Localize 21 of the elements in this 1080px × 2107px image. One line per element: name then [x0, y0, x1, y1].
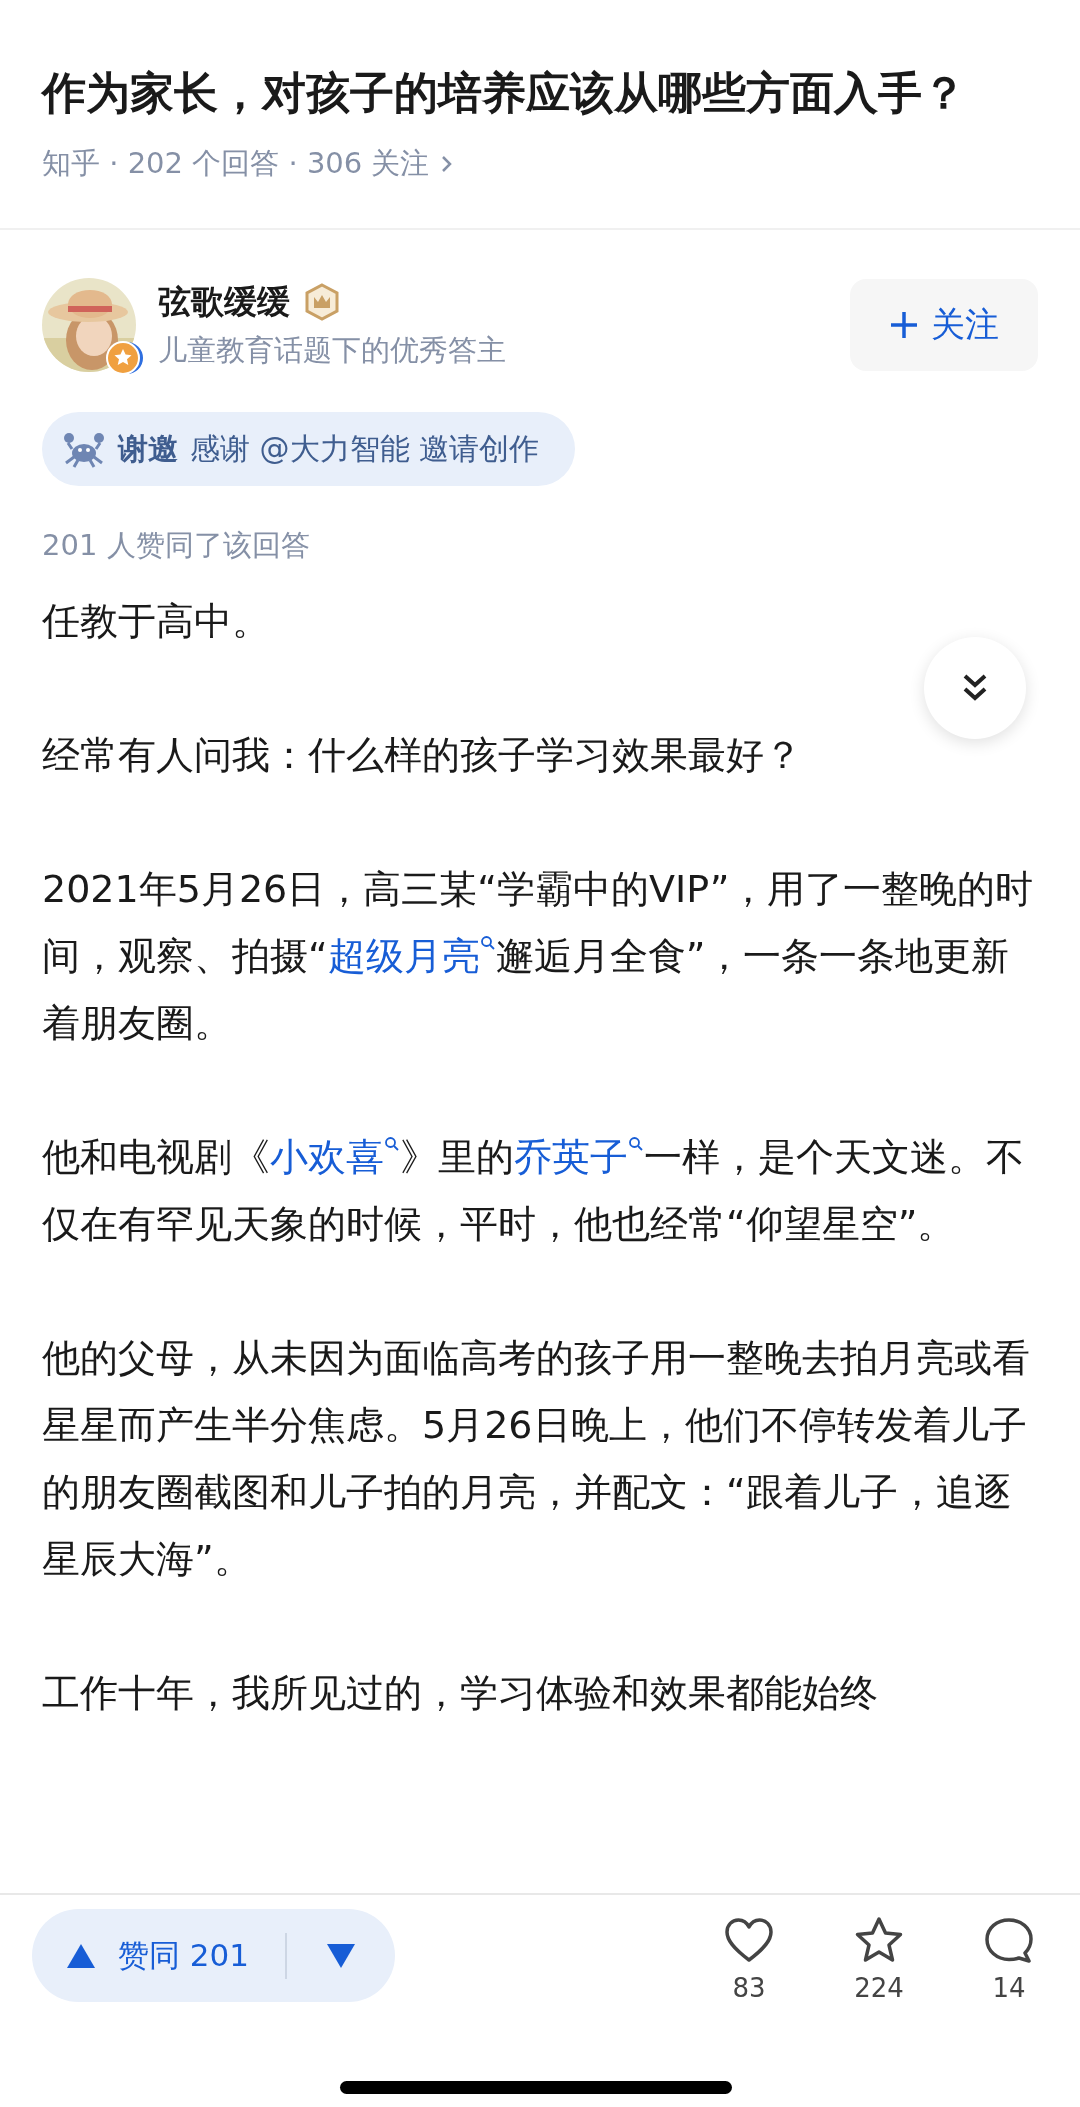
- answer-paragraph: 2021年5月26日，高三某“学霸中的VIP”，用了一整晚的时间，观察、拍摄“超级月亮 邂逅月全食”，一条一条地更新着朋友圈。: [42, 866, 1035, 1047]
- author-credential: 儿童教育话题下的优秀答主: [158, 331, 507, 369]
- answer-paragraph: 他的父母，从未因为面临高考的孩子用一整晚去拍月亮或看星星而产生半分焦虑。5月26日晚上，他们不停转发着儿子的朋友圈截图和儿子拍的月亮，并配文：“跟着儿子，追逐星辰大海”。: [42, 1335, 1031, 1583]
- keyword-link[interactable]: 小欢喜: [270, 1135, 400, 1179]
- answer-paragraph: 任教于高中。: [42, 598, 271, 645]
- question-meta[interactable]: 知乎 · 202 个回答 · 306 关注: [42, 144, 430, 184]
- keyword-link[interactable]: 乔英子: [514, 1135, 644, 1179]
- question-title: 作为家长，对孩子的培养应该从哪些方面入手？: [42, 66, 967, 120]
- action-count: 224: [854, 1973, 904, 2003]
- follow-button[interactable]: 关注: [850, 279, 1038, 371]
- action-count: 14: [992, 1973, 1026, 2003]
- action-count: 83: [732, 1973, 766, 2003]
- answer-paragraph: 经常有人问我：什么样的孩子学习效果最好？: [42, 732, 803, 779]
- answer-paragraph: 他和电视剧《小欢喜 》里的乔英子 一样，是个天文迷。不仅在有罕见天象的时候，平时，他也经常“仰望星空”。: [42, 1134, 1025, 1248]
- upvote-button[interactable]: 赞同 201: [32, 1909, 250, 2002]
- keyword-link[interactable]: 超级月亮: [327, 934, 496, 978]
- upvote-summary: 201 人赞同了该回答: [42, 527, 311, 564]
- author-name[interactable]: 弦歌缓缓: [158, 279, 290, 325]
- answer-paragraph: 工作十年，我所见过的，学习体验和效果都能始终: [42, 1670, 879, 1717]
- invitation-label: 谢邀: [118, 429, 178, 468]
- invitation-text: 感谢 @大力智能 邀请创作: [190, 429, 540, 468]
